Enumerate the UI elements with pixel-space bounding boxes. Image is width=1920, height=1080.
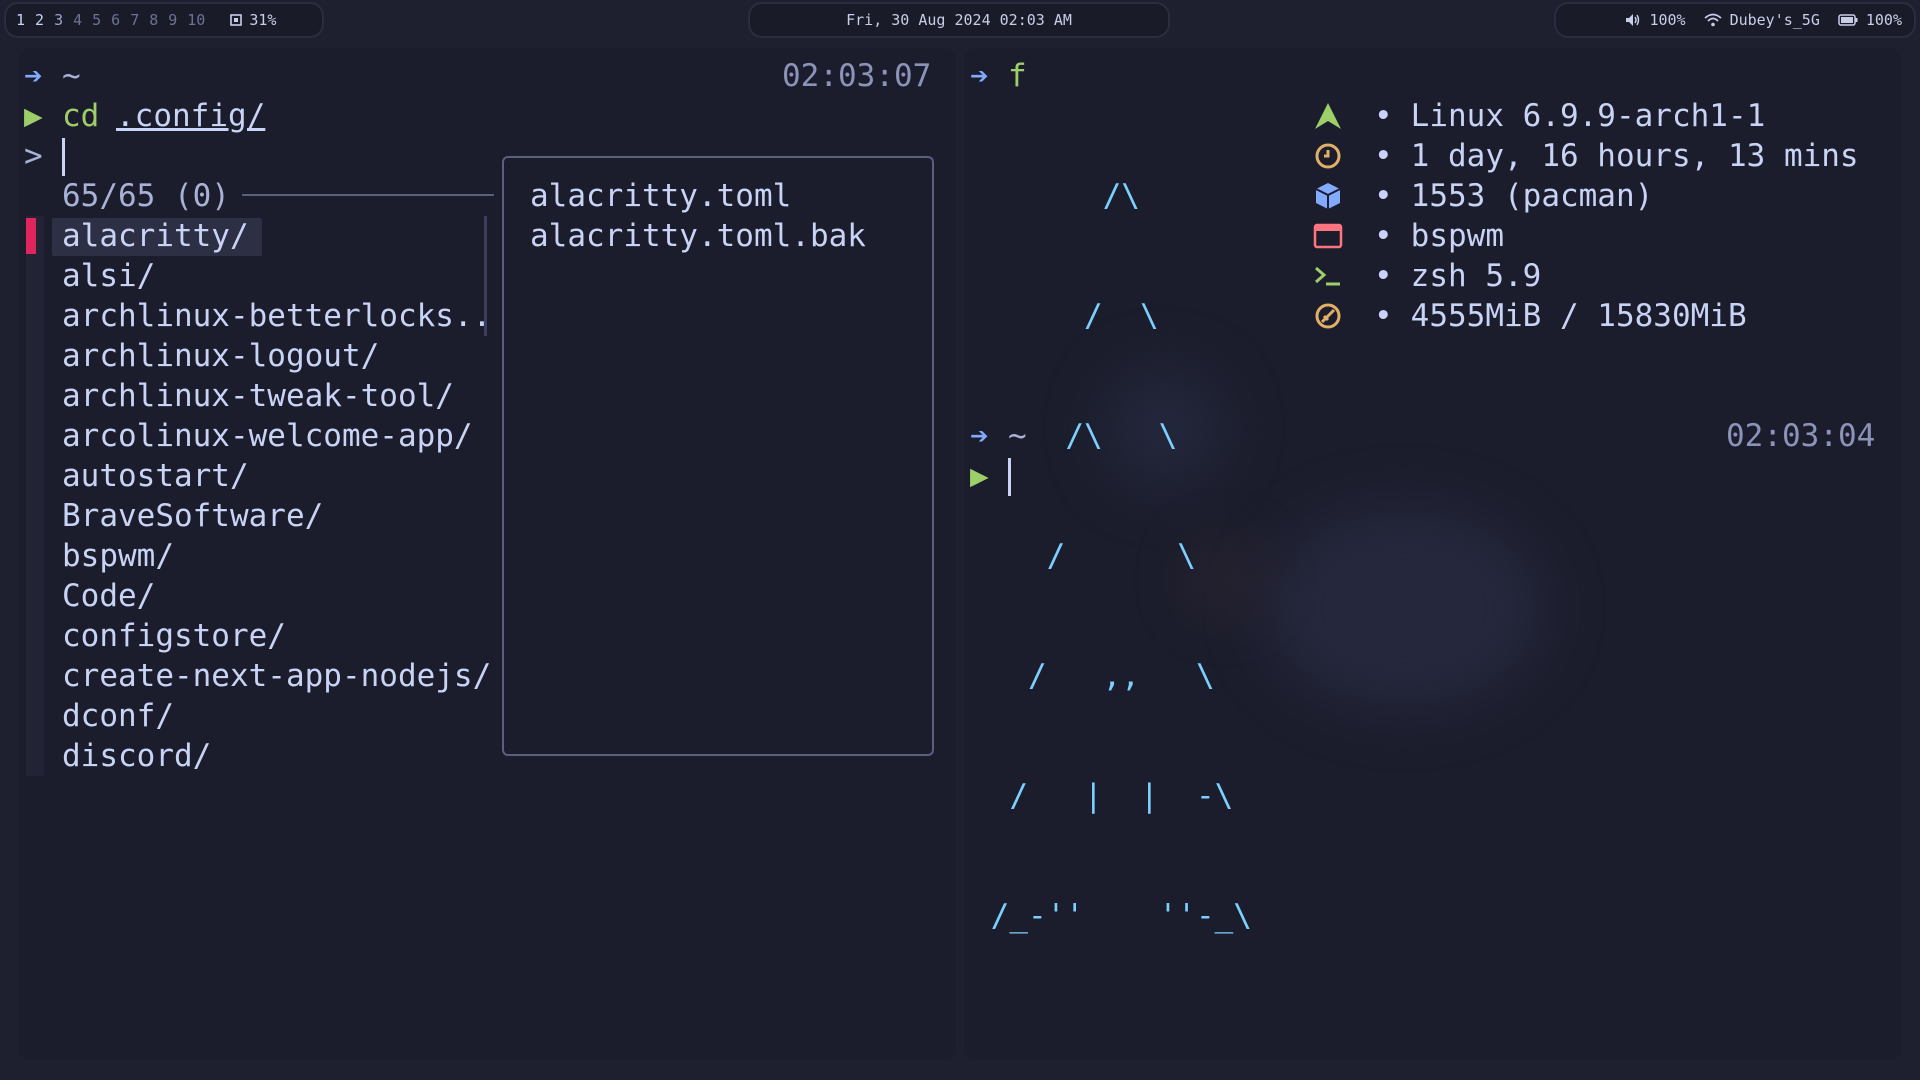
preview-file: alacritty.toml.bak (530, 218, 866, 254)
ascii-line: / | | -\ (972, 778, 1234, 814)
prompt-dir: ~ (62, 58, 81, 94)
info-row-kernel: • Linux 6.9.9-arch1-1 (1308, 96, 1765, 136)
command-arg: .config/ (116, 98, 266, 134)
fzf-match-count: 65/65 (0) (62, 178, 230, 214)
battery-indicator[interactable]: 100% (1838, 11, 1902, 29)
command-name: cd (62, 98, 100, 134)
workspace-bar: 1 2 3 4 5 6 7 8 9 10 31% (4, 2, 324, 38)
prompt-clock: 02:03:04 (1726, 418, 1876, 454)
bullet: • (1374, 98, 1393, 134)
info-text: bspwm (1410, 218, 1504, 254)
prompt-triangle-icon: ▶ (970, 458, 989, 494)
list-item[interactable]: create-next-app-nodejs/ (62, 656, 491, 696)
arch-icon (1308, 96, 1348, 136)
fzf-separator (242, 194, 494, 196)
battery-label: 100% (1865, 11, 1902, 29)
command-name: f (1008, 58, 1027, 94)
bullet: • (1374, 178, 1393, 214)
info-text: 1 day, 16 hours, 13 mins (1410, 138, 1859, 174)
right-terminal[interactable]: ➔ f /\ / \ /\ \ / \ / ,, \ / | | -\ /_-'… (964, 48, 1902, 1060)
ascii-line: / ,, \ (972, 658, 1215, 694)
wifi-indicator[interactable]: Dubey's_5G (1703, 11, 1820, 29)
ascii-line: /\ (972, 178, 1140, 214)
list-item[interactable]: archlinux-tweak-tool/ (62, 376, 454, 416)
package-icon (1308, 176, 1348, 216)
cpu-indicator: 31% (229, 11, 276, 29)
info-row-wm: • bspwm (1308, 216, 1504, 256)
ascii-line: / \ (972, 538, 1196, 574)
volume-label: 100% (1649, 11, 1686, 29)
info-text: 1553 (pacman) (1410, 178, 1654, 214)
clock-pill: Fri, 30 Aug 2024 02:03 AM (748, 2, 1170, 38)
preview-file: alacritty.toml (530, 178, 792, 214)
list-item[interactable]: discord/ (62, 736, 211, 776)
wifi-label: Dubey's_5G (1729, 11, 1820, 29)
info-row-packages: • 1553 (pacman) (1308, 176, 1653, 216)
list-item[interactable]: dconf/ (62, 696, 174, 736)
fzf-preview-pane: alacritty.toml alacritty.toml.bak (502, 156, 934, 756)
prompt-dir: ~ (1008, 418, 1027, 454)
terminal-cursor[interactable] (1008, 458, 1011, 496)
list-item[interactable]: BraveSoftware/ (62, 496, 323, 536)
list-item[interactable]: Code/ (62, 576, 155, 616)
info-text: Linux 6.9.9-arch1-1 (1410, 98, 1766, 134)
info-row-memory: • 4555MiB / 15830MiB (1308, 296, 1747, 336)
left-terminal[interactable]: ➔ ~ 02:03:07 ▶ cd .config/ > 65/65 (0) a… (18, 48, 956, 1060)
prompt-arrow-icon: ➔ (970, 418, 989, 454)
workspace-8[interactable]: 8 (149, 11, 158, 29)
workspace-10[interactable]: 10 (187, 11, 205, 29)
bullet: • (1374, 258, 1393, 294)
list-item[interactable]: alsi/ (62, 256, 155, 296)
workspace-1[interactable]: 1 (16, 11, 25, 29)
list-item[interactable]: archlinux-betterlocks.. (62, 296, 491, 336)
workspace-5[interactable]: 5 (92, 11, 101, 29)
info-row-uptime: • 1 day, 16 hours, 13 mins (1308, 136, 1859, 176)
prompt-arrow-icon: ➔ (24, 58, 43, 94)
wifi-icon (1703, 13, 1722, 27)
fzf-selection-marker (26, 218, 36, 254)
fzf-cursor[interactable] (62, 138, 65, 176)
list-item[interactable]: autostart/ (62, 456, 249, 496)
ascii-line: / \ (972, 298, 1159, 334)
fzf-prompt: > (24, 138, 43, 174)
workspace-2[interactable]: 2 (35, 11, 44, 29)
fzf-gutter (26, 216, 44, 776)
workspace-9[interactable]: 9 (168, 11, 177, 29)
list-item[interactable]: arcolinux-welcome-app/ (62, 416, 473, 456)
clock-icon (1308, 136, 1348, 176)
volume-icon (1626, 14, 1640, 26)
window-icon (1308, 216, 1348, 256)
info-text: zsh 5.9 (1410, 258, 1542, 294)
status-pill: 100% Dubey's_5G 100% (1554, 2, 1916, 38)
memory-icon (1308, 296, 1348, 336)
workspace-4[interactable]: 4 (73, 11, 82, 29)
arch-ascii-logo: /\ / \ /\ \ / \ / ,, \ / | | -\ /_-'' ''… (972, 96, 1252, 1016)
list-item[interactable]: bspwm/ (62, 536, 174, 576)
list-item[interactable]: configstore/ (62, 616, 286, 656)
workspace-6[interactable]: 6 (111, 11, 120, 29)
workspace-7[interactable]: 7 (130, 11, 139, 29)
bullet: • (1374, 218, 1393, 254)
cpu-label: 31% (249, 11, 277, 29)
prompt-arrow-icon: ➔ (970, 58, 989, 94)
prompt-clock: 02:03:07 (782, 58, 932, 94)
bullet: • (1374, 138, 1393, 174)
ascii-line: /_-'' ''-_\ (972, 898, 1252, 934)
list-item[interactable]: archlinux-logout/ (62, 336, 379, 376)
list-item[interactable]: alacritty/ (62, 216, 249, 256)
battery-icon (1838, 14, 1858, 26)
wallpaper-shape (1264, 508, 1544, 708)
info-row-shell: • zsh 5.9 (1308, 256, 1541, 296)
bullet: • (1374, 298, 1393, 334)
info-text: 4555MiB / 15830MiB (1410, 298, 1747, 334)
datetime[interactable]: Fri, 30 Aug 2024 02:03 AM (846, 11, 1072, 29)
workspace-3[interactable]: 3 (54, 11, 63, 29)
shell-icon (1308, 256, 1348, 296)
prompt-triangle-icon: ▶ (24, 98, 43, 134)
cpu-icon (230, 14, 243, 26)
volume-indicator[interactable]: 100% (1625, 11, 1686, 29)
